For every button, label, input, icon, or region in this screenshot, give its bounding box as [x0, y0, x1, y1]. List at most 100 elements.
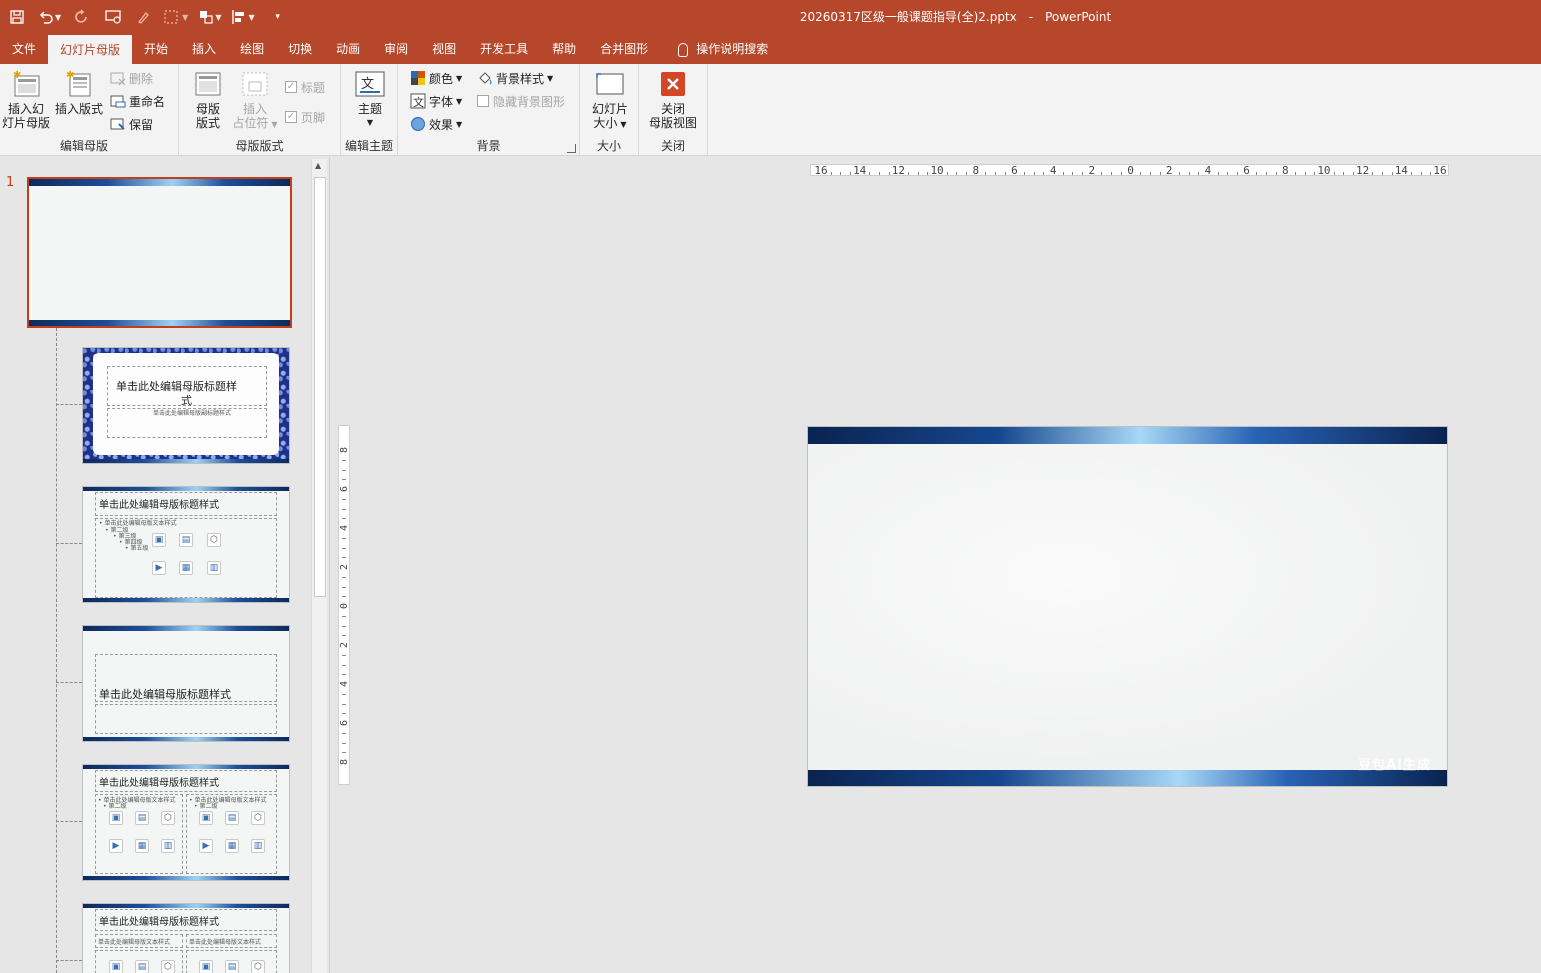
effects-button[interactable]: 效果 ▼: [410, 114, 462, 134]
ruler-tick: [342, 674, 346, 676]
table-icon: ▦: [225, 839, 239, 853]
ruler-tick: [1198, 172, 1200, 175]
insert-layout-button[interactable]: ✱ 插入版式: [54, 68, 104, 116]
tab-slide-master[interactable]: 幻灯片母版: [48, 35, 133, 64]
layout-thumbnail-title[interactable]: 单击此处编辑母版标题样 式 单击此处编辑母版副标题样式: [82, 347, 290, 464]
tab-insert[interactable]: 插入: [180, 33, 228, 64]
ai-watermark: 豆包AI生成: [1358, 758, 1431, 773]
thumb-top-bar: [83, 765, 289, 769]
fonts-button[interactable]: 文 字体 ▼: [410, 91, 462, 111]
slide-size-button[interactable]: 幻灯片 大小 ▼: [590, 68, 630, 132]
dialog-launcher-icon[interactable]: [567, 144, 576, 153]
app-name: PowerPoint: [1045, 10, 1112, 24]
ruler-tick: [342, 508, 346, 510]
ruler-tick: [342, 479, 346, 481]
chevron-down-icon: ▼: [456, 96, 463, 106]
tab-animations[interactable]: 动画: [324, 33, 372, 64]
tab-transitions[interactable]: 切换: [276, 33, 324, 64]
tab-view[interactable]: 视图: [420, 33, 468, 64]
tab-developer[interactable]: 开发工具: [468, 33, 540, 64]
group-edit-master: ✱ 插入幻 灯片母版 ✱ 插入版式 删除 重命名 保留 编辑母版: [0, 64, 179, 156]
tab-draw[interactable]: 绘图: [228, 33, 276, 64]
tell-me-search[interactable]: 操作说明搜索: [666, 33, 780, 64]
footer-checkbox[interactable]: ✓ 页脚: [285, 107, 325, 127]
layout-connector-line: [56, 328, 57, 973]
ruler-tick: [888, 172, 890, 175]
layout-thumbnail-title-content[interactable]: 单击此处编辑母版标题样式 • 单击此处编辑母版文本样式 • 第二级 • 第三级 …: [82, 486, 290, 603]
thumbnail-scrollbar[interactable]: ▲: [311, 159, 327, 973]
colors-label: 颜色: [429, 71, 454, 86]
tab-help[interactable]: 帮助: [540, 33, 588, 64]
ruler-tick: [342, 693, 346, 695]
placeholder-icon: [239, 68, 271, 100]
insert-placeholder-button[interactable]: 插入 占位符 ▼: [231, 68, 279, 132]
insert-slide-master-button[interactable]: ✱ 插入幻 灯片母版: [2, 68, 50, 130]
thumb-title-text: 单击此处编辑母版标题样式: [99, 500, 219, 511]
hide-background-checkbox[interactable]: 隐藏背景图形: [477, 91, 565, 111]
master-slide-thumbnail[interactable]: [27, 177, 292, 328]
svg-text:✱: ✱: [66, 70, 74, 81]
ruler-tick: [966, 172, 968, 175]
layout-connector-line: [56, 821, 82, 822]
themes-button[interactable]: 文 主题 ▼: [353, 68, 387, 130]
ruler-tick: [995, 172, 997, 175]
ribbon: ✱ 插入幻 灯片母版 ✱ 插入版式 删除 重命名 保留 编辑母版 母版 版式 插…: [0, 64, 1541, 156]
ruler-label: 4: [339, 680, 350, 688]
delete-label: 删除: [129, 71, 154, 86]
ruler-label: 14: [1394, 164, 1408, 177]
slide-background-texture: [808, 444, 1447, 770]
group-label-master-layout: 母版版式: [235, 139, 284, 153]
color-palette-icon: [410, 70, 426, 86]
tab-review[interactable]: 审阅: [372, 33, 420, 64]
scroll-up-icon[interactable]: ▲: [315, 161, 321, 170]
slide-size-text: 大小: [593, 116, 618, 130]
slide-size-label-1: 幻灯片: [591, 102, 628, 116]
master-layout-button[interactable]: 母版 版式: [191, 68, 225, 130]
slide-thumbnail-pane[interactable]: 1 单击此处编辑母版标题样 式 单击此处编辑母版副标题样式 单击此处编辑母版标题…: [0, 157, 330, 973]
layout-connector-line: [56, 960, 82, 961]
ruler-label: 6: [1011, 164, 1018, 177]
checkbox-icon: ✓: [285, 111, 297, 123]
group-label-edit-master: 编辑母版: [59, 139, 108, 153]
chevron-down-icon: ▼: [620, 120, 627, 129]
ruler-tick: [1082, 172, 1084, 175]
ruler-tick: [1420, 172, 1422, 175]
checkbox-icon: ✓: [285, 81, 297, 93]
ruler-tick: [869, 172, 871, 175]
colors-button[interactable]: 颜色 ▼: [410, 68, 462, 88]
close-master-view-button[interactable]: 关闭 母版视图: [647, 68, 699, 130]
rename-button[interactable]: 重命名: [110, 91, 165, 111]
preserve-button[interactable]: 保留: [110, 114, 153, 134]
master-layout-label-1: 母版: [195, 102, 220, 116]
thumb-top-bar: [83, 904, 289, 908]
3d-model-icon: ⬡: [161, 960, 175, 973]
thumb-title-text: 单击此处编辑母版标题样式: [99, 778, 219, 789]
delete-slide-icon: [110, 70, 126, 86]
3d-model-icon: ⬡: [207, 533, 221, 547]
checkbox-icon: [477, 95, 489, 107]
ruler-tick: [1004, 172, 1006, 175]
chart-icon: ▤: [179, 533, 193, 547]
effects-icon: [410, 116, 426, 132]
theme-icon: 文: [354, 68, 386, 100]
thumb-title-text: 单击此处编辑母版标题样: [116, 380, 237, 393]
ruler-label: 4: [339, 524, 350, 532]
master-layout-label-2: 版式: [195, 116, 220, 130]
background-styles-label: 背景样式: [496, 71, 545, 86]
slide-editing-canvas[interactable]: 16 14 12 10 8 6 4 2 0 2 4 6 8 10 12 14 16 8 6 4 2 0 2 4 6 8 豆包AI…: [331, 157, 1541, 973]
tab-home[interactable]: 开始: [132, 33, 180, 64]
layout-thumbnail-two-content[interactable]: 单击此处编辑母版标题样式 • 单击此处编辑母版文本样式 • 第二级 • 单击此处…: [82, 764, 290, 881]
title-checkbox[interactable]: ✓ 标题: [285, 77, 325, 97]
background-styles-button[interactable]: 背景样式 ▼: [477, 68, 553, 88]
tab-merge-shapes[interactable]: 合并图形: [588, 33, 660, 64]
scrollbar-thumb[interactable]: [314, 177, 326, 597]
ruler-label: 2: [339, 563, 350, 571]
delete-button[interactable]: 删除: [110, 68, 153, 88]
layout-thumbnail-section-header[interactable]: 单击此处编辑母版标题样式: [82, 625, 290, 742]
master-slide[interactable]: 豆包AI生成: [807, 426, 1448, 787]
svg-text:✱: ✱: [13, 70, 21, 81]
ruler-label: 8: [1281, 164, 1289, 177]
tab-file[interactable]: 文件: [0, 33, 48, 64]
insert-layout-icon: ✱: [63, 68, 95, 100]
layout-thumbnail-comparison[interactable]: 单击此处编辑母版标题样式 单击此处编辑母版文本样式 单击此处编辑母版文本样式 ▣…: [82, 903, 290, 973]
